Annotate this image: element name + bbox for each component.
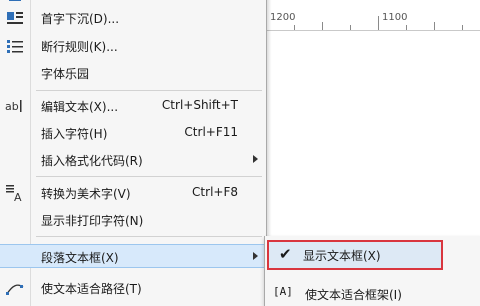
- submenu-arrow-icon: [253, 155, 258, 163]
- checkmark-icon: ✔: [279, 245, 292, 263]
- submenu-item-show-text-frame[interactable]: ✔ 显示文本框(X): [267, 240, 443, 270]
- edit-text-icon: ab: [4, 96, 26, 116]
- svg-text:ab: ab: [5, 100, 19, 113]
- menu-item-label: 使文本适合路径(T): [41, 282, 142, 296]
- menu-item-label: 插入格式化代码(R): [41, 154, 143, 168]
- menu-item-label: 显示非打印字符(N): [41, 214, 144, 228]
- menu-item-insert-formatting-code[interactable]: 插入格式化代码(R): [0, 148, 266, 172]
- ruler-label: 1200: [270, 12, 296, 23]
- menu-item-fit-text-to-path[interactable]: 使文本适合路径(T): [0, 276, 266, 300]
- shortcut-text: Ctrl+Shift+T: [161, 98, 238, 112]
- fit-text-to-path-icon: [4, 278, 26, 298]
- menu-item-label: 断行规则(K)...: [41, 40, 118, 54]
- ruler-tick: [294, 25, 295, 30]
- menu-item-insert-character[interactable]: 插入字符(H) Ctrl+F11: [0, 121, 266, 145]
- convert-artistic-icon: A: [4, 183, 26, 203]
- menu-item-paragraph-text-frame[interactable]: 段落文本框(X): [0, 244, 266, 268]
- fit-frame-icon: [A]: [273, 285, 293, 298]
- menu-separator: [36, 90, 262, 91]
- menu-item-show-nonprinting[interactable]: 显示非打印字符(N): [0, 208, 266, 232]
- line-break-rules-icon: [4, 36, 26, 56]
- menu-separator: [36, 236, 262, 237]
- ruler-tick: [434, 22, 435, 30]
- ruler-tick: [462, 25, 463, 30]
- menu-item-label: 字体乐园: [41, 67, 90, 81]
- menu-item-label: 插入字符(H): [41, 127, 108, 141]
- horizontal-ruler: 1200 1100: [266, 0, 480, 31]
- ruler-tick: [322, 22, 323, 30]
- shortcut-text: Ctrl+F11: [184, 125, 238, 139]
- submenu-item-fit-text-to-frame[interactable]: [A] 使文本适合框架(I): [265, 280, 480, 306]
- menu-item-line-break-rules[interactable]: 断行规则(K)...: [0, 34, 266, 58]
- ruler-label: 1100: [382, 12, 408, 23]
- menu-item-label: 首字下沉(D)...: [41, 12, 120, 26]
- paragraph-frame-submenu: ✔ 显示文本框(X) [A] 使文本适合框架(I): [264, 236, 480, 306]
- menu-item-label: 编辑文本(X)...: [41, 100, 119, 114]
- shortcut-text: Ctrl+F8: [192, 185, 238, 199]
- submenu-item-label: 使文本适合框架(I): [305, 288, 402, 302]
- ruler-tick: [350, 25, 351, 30]
- ruler-tick: [406, 25, 407, 30]
- menu-separator: [36, 176, 262, 177]
- submenu-arrow-icon: [253, 252, 258, 260]
- ruler-tick: [378, 16, 379, 30]
- menu-item-drop-cap[interactable]: 首字下沉(D)...: [0, 6, 266, 30]
- svg-text:A: A: [14, 191, 22, 202]
- drop-cap-icon: [4, 8, 26, 28]
- text-context-menu: 首字下沉(D)... 断行规则(K)... 字体乐园 ab 编辑文本(X)...…: [0, 0, 267, 306]
- menu-item-label: 段落文本框(X): [41, 251, 119, 265]
- menu-item-edit-text[interactable]: ab 编辑文本(X)... Ctrl+Shift+T: [0, 94, 266, 118]
- menu-item-label: 转换为美术字(V): [41, 187, 131, 201]
- menu-item-convert-to-artistic[interactable]: A 转换为美术字(V) Ctrl+F8: [0, 181, 266, 205]
- menu-item-font-park[interactable]: 字体乐园: [0, 61, 266, 85]
- submenu-item-label: 显示文本框(X): [303, 249, 381, 263]
